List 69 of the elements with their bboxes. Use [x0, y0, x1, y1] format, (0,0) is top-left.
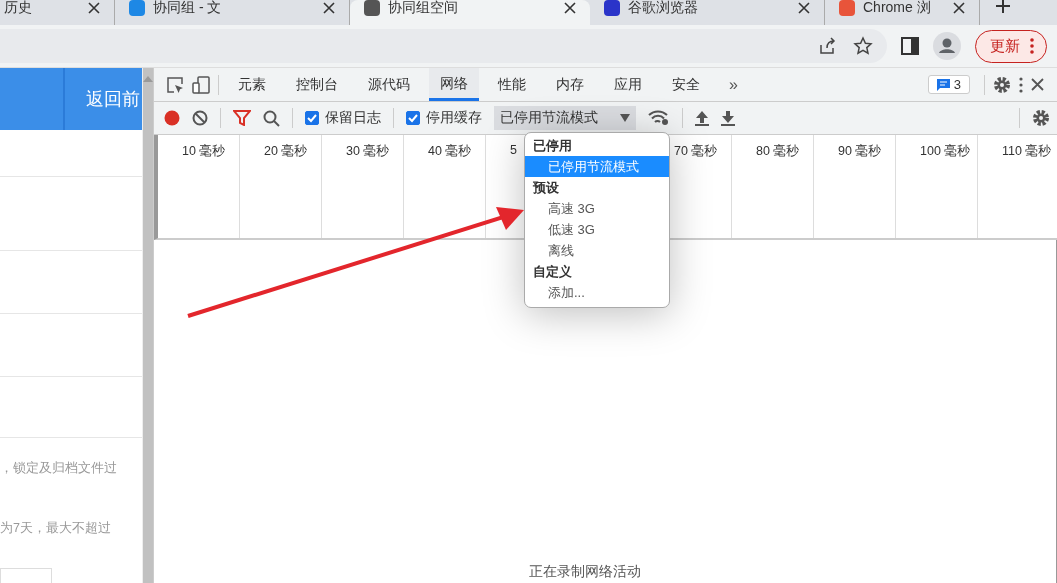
search-icon[interactable]	[263, 109, 280, 127]
checkbox[interactable]	[406, 111, 420, 125]
menu-icon[interactable]	[1019, 76, 1023, 93]
settings-icon[interactable]	[1032, 109, 1050, 127]
settings-icon[interactable]	[993, 75, 1011, 94]
scrollbar[interactable]	[142, 68, 153, 583]
new-tab-icon[interactable]	[996, 0, 1010, 13]
download-icon[interactable]	[721, 110, 735, 126]
close-icon[interactable]	[564, 1, 576, 14]
device-icon[interactable]	[192, 75, 210, 94]
site-icon	[364, 0, 380, 16]
devtools-tab[interactable]: 源代码	[357, 68, 421, 101]
status-text: 正在录制网络活动	[529, 563, 641, 581]
more-icon	[1030, 38, 1034, 54]
tick-label: 30 毫秒	[346, 144, 390, 158]
profile-icon[interactable]	[933, 32, 961, 60]
tick-label: 90 毫秒	[838, 144, 882, 158]
filter-icon[interactable]	[233, 110, 251, 126]
caret-icon	[620, 114, 630, 122]
throttling-dropdown[interactable]: 已停用节流模式	[494, 106, 636, 130]
close-icon[interactable]	[1031, 78, 1044, 91]
browser-tab[interactable]: 协同组空间	[350, 0, 590, 25]
menu-group-heading: 自定义	[532, 263, 573, 281]
checkbox[interactable]	[305, 111, 319, 125]
note-text: ，锁定及归档文件过	[0, 460, 118, 478]
tick-label: 40 毫秒	[428, 144, 472, 158]
checkbox-label: 保留日志	[325, 109, 381, 127]
menu-group-heading: 已停用	[532, 137, 573, 155]
message-icon	[936, 78, 950, 91]
tick-label: 20 毫秒	[264, 144, 308, 158]
devtools-tab[interactable]: 性能	[487, 68, 537, 101]
devtools-tab[interactable]: 内存	[545, 68, 595, 101]
menu-item[interactable]: 添加...	[525, 282, 669, 303]
devtools-tab[interactable]: 安全	[661, 68, 711, 101]
menu-item[interactable]: 离线	[525, 240, 669, 261]
devtools-tab[interactable]: 控制台	[285, 68, 349, 101]
tick-label: 110 毫秒	[1002, 144, 1052, 158]
side-panel-icon[interactable]	[901, 37, 919, 55]
more-tabs[interactable]: »	[719, 75, 748, 94]
clear-icon[interactable]	[192, 110, 208, 126]
site-icon	[129, 0, 145, 16]
devtools-tab[interactable]: 元素	[227, 68, 277, 101]
tick-label: 70 毫秒	[674, 144, 718, 158]
close-icon[interactable]	[88, 1, 100, 14]
menu-group-heading: 预设	[532, 179, 560, 197]
close-icon[interactable]	[323, 1, 335, 14]
menu-item[interactable]: 低速 3G	[525, 219, 669, 240]
note-text: 为7天，最大不超过	[0, 520, 112, 538]
site-icon	[839, 0, 855, 16]
inspect-icon[interactable]	[166, 75, 184, 94]
checkbox-label: 停用缓存	[426, 109, 482, 127]
input-field[interactable]	[0, 568, 52, 583]
star-icon[interactable]	[853, 36, 873, 56]
wifi-settings-icon[interactable]	[648, 110, 670, 126]
tick-label: 80 毫秒	[756, 144, 800, 158]
record-icon[interactable]	[164, 110, 180, 126]
devtools-tab[interactable]: 应用	[603, 68, 653, 101]
devtools-tab[interactable]: 网络	[429, 68, 479, 101]
tick-label: 5	[510, 143, 517, 157]
update-button[interactable]: 更新	[975, 29, 1047, 63]
upload-icon[interactable]	[695, 110, 709, 126]
close-icon[interactable]	[798, 1, 810, 14]
issues-badge[interactable]: 3	[927, 75, 970, 94]
close-icon[interactable]	[953, 1, 965, 14]
share-icon[interactable]	[817, 36, 837, 56]
site-icon	[604, 0, 620, 16]
tick-label: 100 毫秒	[920, 144, 971, 158]
menu-item[interactable]: 高速 3G	[525, 198, 669, 219]
tick-label: 10 毫秒	[182, 144, 226, 158]
